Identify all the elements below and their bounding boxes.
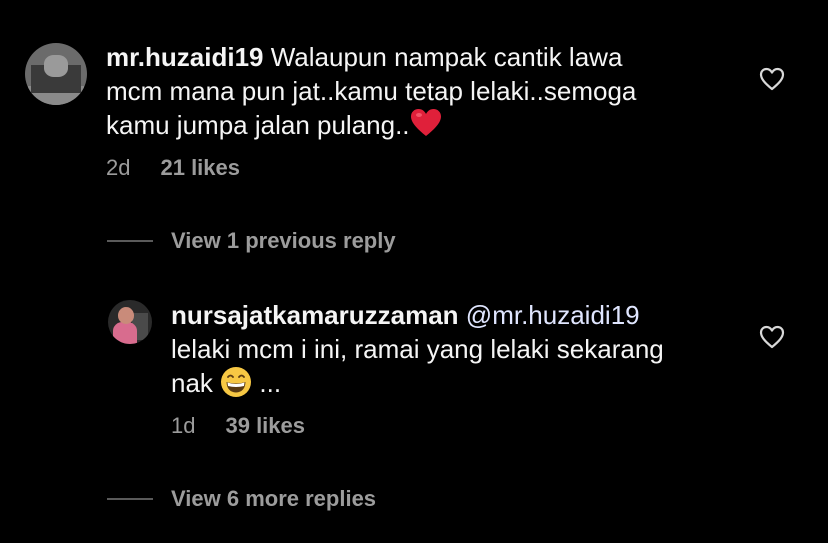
reply-username[interactable]: nursajatkamaruzzaman xyxy=(171,300,459,330)
comment-line-3: kamu jumpa jalan pulang.. xyxy=(106,110,410,140)
reply-timestamp: 1d xyxy=(171,413,196,438)
comment-timestamp: 2d xyxy=(106,155,131,180)
reply-meta: 1d 39 likes xyxy=(171,412,305,440)
comment-line-1: Walaupun nampak cantik lawa xyxy=(270,42,623,72)
view-previous-reply-button[interactable]: View 1 previous reply xyxy=(171,227,396,255)
view-more-replies-button[interactable]: View 6 more replies xyxy=(171,485,376,513)
reply-like-heart-icon[interactable] xyxy=(759,325,785,349)
like-heart-icon[interactable] xyxy=(759,67,785,91)
comment-text: mr.huzaidi19 Walaupun nampak cantik lawa… xyxy=(106,40,746,142)
reply-line-2: lelaki mcm i ini, ramai yang lelaki seka… xyxy=(171,334,664,364)
comment-meta: 2d 21 likes xyxy=(106,154,240,182)
commenter-avatar[interactable] xyxy=(25,43,87,105)
replier-avatar[interactable] xyxy=(108,300,152,344)
reply-likes-count[interactable]: 39 likes xyxy=(225,413,305,438)
reply-line-3-start: nak xyxy=(171,368,213,398)
grinning-face-icon xyxy=(221,367,252,397)
red-heart-icon xyxy=(410,109,441,136)
reply-mention-link[interactable]: @mr.huzaidi19 xyxy=(466,300,640,330)
comment-line-2: mcm mana pun jat..kamu tetap lelaki..sem… xyxy=(106,76,637,106)
thread-divider-line xyxy=(107,240,153,242)
comment-likes-count[interactable]: 21 likes xyxy=(160,155,240,180)
comment-username[interactable]: mr.huzaidi19 xyxy=(106,42,264,72)
reply-text: nursajatkamaruzzaman @mr.huzaidi19 lelak… xyxy=(171,298,751,400)
reply-line-3-end: ... xyxy=(259,368,282,398)
thread-divider-line-2 xyxy=(107,498,153,500)
